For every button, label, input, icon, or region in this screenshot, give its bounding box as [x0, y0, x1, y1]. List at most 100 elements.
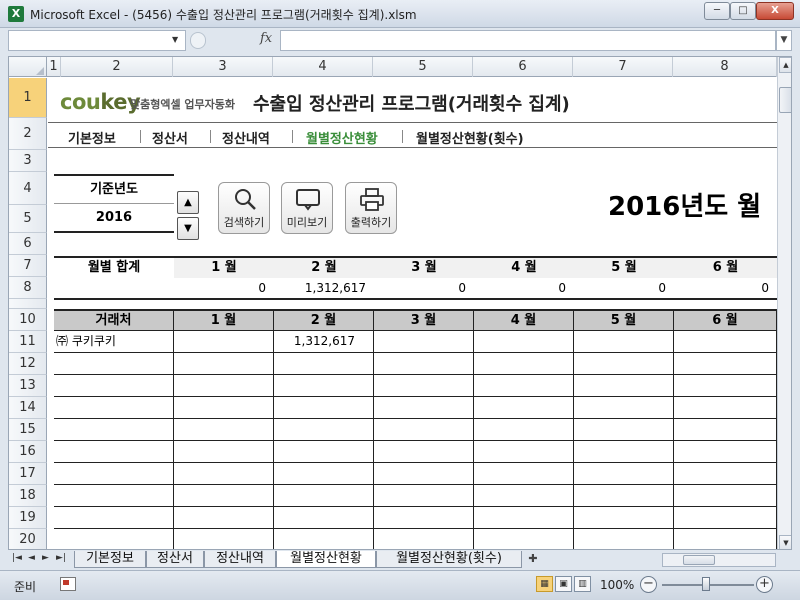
minimize-button[interactable]: ─	[704, 2, 730, 20]
last-sheet-icon[interactable]: ►|	[56, 553, 66, 563]
sheet-tab-monthly-count[interactable]: 월별정산현황(횟수)	[376, 551, 522, 568]
month-value-cell[interactable]	[574, 441, 674, 462]
zoom-slider-thumb[interactable]	[702, 577, 710, 591]
row-header[interactable]: 20	[9, 529, 47, 549]
row-header[interactable]: 16	[9, 441, 47, 463]
row-header[interactable]: 18	[9, 485, 47, 507]
month-value-cell[interactable]	[374, 419, 474, 440]
month-value-cell[interactable]	[574, 419, 674, 440]
row-header[interactable]: 14	[9, 397, 47, 419]
maximize-button[interactable]: □	[730, 2, 756, 20]
select-all-corner[interactable]	[9, 57, 47, 77]
month-value-cell[interactable]	[374, 397, 474, 418]
month-value-cell[interactable]	[574, 507, 674, 528]
row-header-hidden[interactable]	[9, 299, 47, 309]
month-value-cell[interactable]	[674, 441, 777, 462]
month-value-cell[interactable]	[474, 397, 574, 418]
page-layout-view-icon[interactable]: ▣	[555, 576, 572, 592]
row-header[interactable]: 4	[9, 172, 47, 205]
sheet-tab-statement[interactable]: 정산서	[146, 551, 204, 568]
search-button[interactable]: 검색하기	[218, 182, 270, 234]
month-value-cell[interactable]	[374, 529, 474, 549]
month-value-cell[interactable]	[674, 507, 777, 528]
month-value-cell[interactable]	[474, 507, 574, 528]
column-header[interactable]: 5	[373, 57, 473, 77]
column-header[interactable]: 7	[573, 57, 673, 77]
month-value-cell[interactable]	[674, 485, 777, 506]
nav-item-statement[interactable]: 정산서	[152, 128, 188, 147]
formula-input[interactable]	[280, 30, 776, 51]
scroll-down-icon[interactable]: ▼	[779, 535, 791, 549]
month-value-cell[interactable]	[274, 441, 374, 462]
name-box[interactable]	[8, 30, 186, 51]
month-value-cell[interactable]	[374, 375, 474, 396]
month-value-cell[interactable]	[574, 463, 674, 484]
month-value-cell[interactable]	[274, 507, 374, 528]
month-value-cell[interactable]	[174, 485, 274, 506]
year-up-button[interactable]: ▲	[177, 191, 199, 214]
sheet-tab-monthly-status[interactable]: 월별정산현황	[276, 551, 376, 568]
month-value-cell[interactable]	[374, 441, 474, 462]
macro-record-icon[interactable]	[60, 577, 76, 591]
month-value-cell[interactable]	[274, 397, 374, 418]
month-value-cell[interactable]	[574, 529, 674, 549]
column-header[interactable]: 6	[473, 57, 573, 77]
horizontal-scroll-thumb[interactable]	[683, 555, 715, 565]
row-header[interactable]: 6	[9, 233, 47, 255]
month-value-cell[interactable]	[674, 375, 777, 396]
row-header[interactable]: 15	[9, 419, 47, 441]
vertical-scrollbar[interactable]: ▲ ▼	[777, 57, 791, 549]
page-break-preview-icon[interactable]: ▥	[574, 576, 591, 592]
client-cell[interactable]	[54, 485, 174, 506]
row-header[interactable]: 7	[9, 255, 47, 277]
row-header[interactable]: 11	[9, 331, 47, 353]
column-header[interactable]: 2	[61, 57, 173, 77]
month-value-cell[interactable]: 1,312,617	[274, 331, 374, 352]
month-value-cell[interactable]	[474, 419, 574, 440]
row-header[interactable]: 8	[9, 277, 47, 299]
summary-value[interactable]: 0	[174, 278, 274, 298]
formula-cancel-icon[interactable]	[190, 32, 206, 49]
month-value-cell[interactable]	[674, 419, 777, 440]
vertical-scroll-thumb[interactable]	[779, 87, 791, 113]
row-header[interactable]: 3	[9, 150, 47, 172]
zoom-out-button[interactable]: −	[640, 576, 657, 593]
month-value-cell[interactable]	[674, 353, 777, 374]
client-cell[interactable]	[54, 375, 174, 396]
month-value-cell[interactable]	[274, 529, 374, 549]
summary-value[interactable]: 0	[574, 278, 674, 298]
month-value-cell[interactable]	[274, 419, 374, 440]
month-value-cell[interactable]	[674, 529, 777, 549]
client-cell[interactable]	[54, 529, 174, 549]
month-value-cell[interactable]	[374, 463, 474, 484]
month-value-cell[interactable]	[474, 529, 574, 549]
month-value-cell[interactable]	[374, 507, 474, 528]
month-value-cell[interactable]	[174, 331, 274, 352]
month-value-cell[interactable]	[174, 375, 274, 396]
row-header[interactable]: 1	[9, 78, 47, 118]
year-down-button[interactable]: ▼	[177, 217, 199, 240]
client-cell[interactable]	[54, 419, 174, 440]
summary-value[interactable]: 0	[474, 278, 574, 298]
month-value-cell[interactable]	[574, 397, 674, 418]
month-value-cell[interactable]	[674, 331, 777, 352]
nav-item-basic-info[interactable]: 기본정보	[68, 128, 116, 147]
summary-value[interactable]: 0	[674, 278, 777, 298]
column-header[interactable]: 4	[273, 57, 373, 77]
client-cell[interactable]	[54, 441, 174, 462]
sheet-tab-basic-info[interactable]: 기본정보	[74, 551, 146, 568]
month-value-cell[interactable]	[174, 507, 274, 528]
next-sheet-icon[interactable]: ►	[42, 553, 49, 563]
client-cell[interactable]	[54, 463, 174, 484]
month-value-cell[interactable]	[474, 441, 574, 462]
worksheet[interactable]: 1 2 3 4 5 6 7 8 1 2 3 4 5 6 7 8 10 11 12…	[8, 56, 792, 550]
month-value-cell[interactable]	[174, 419, 274, 440]
month-value-cell[interactable]	[174, 441, 274, 462]
scroll-up-icon[interactable]: ▲	[779, 57, 791, 73]
month-value-cell[interactable]	[674, 463, 777, 484]
client-cell[interactable]	[54, 397, 174, 418]
month-value-cell[interactable]	[374, 331, 474, 352]
month-value-cell[interactable]	[474, 463, 574, 484]
normal-view-icon[interactable]: ▦	[536, 576, 553, 592]
month-value-cell[interactable]	[174, 529, 274, 549]
